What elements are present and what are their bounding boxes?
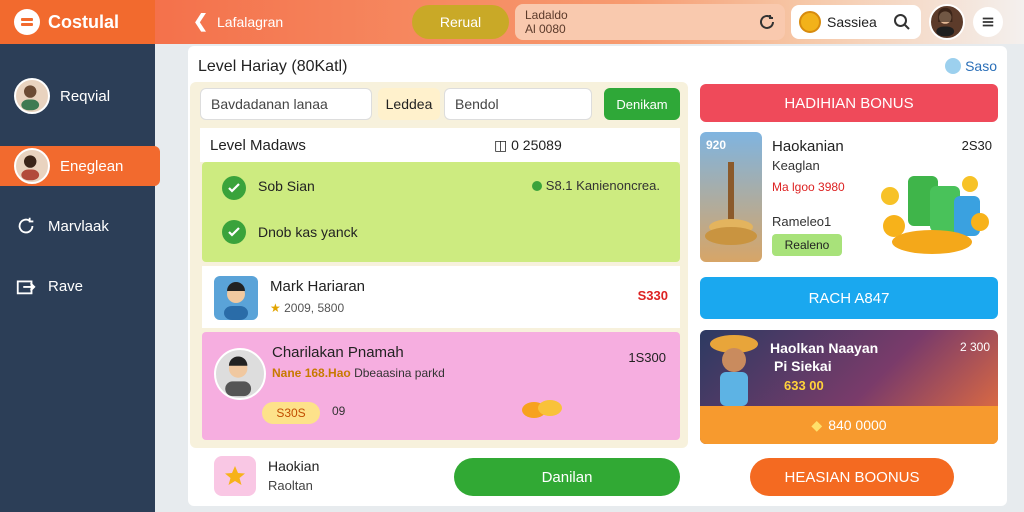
top-bar: ❮ Lafalagran Rerual Ladaldo Al 0080 Sass… [155,0,1024,44]
promo-title: Haokanian [772,138,844,155]
child-illustration-icon [710,335,758,406]
list-header-amount-value: 0 25089 [511,136,562,153]
table-row[interactable]: Mark Hariaran ★ 2009, 5800 S330 [202,266,680,328]
game-card[interactable]: Haolkan Naayan Pi Siekai 633 00 2 300 ◆ … [700,330,998,444]
sidebar-item-label: Rave [48,277,84,295]
avatar[interactable] [929,4,965,40]
coin-icon: ◆ [811,416,823,433]
bottom-sub: Raoltan [268,478,313,493]
save-link-label: Saso [965,58,997,74]
money-pile-icon [881,176,989,254]
list-header-label: Level Madaws [210,136,306,154]
game-title: Haolkan Naayan [770,340,879,356]
check-icon[interactable] [222,220,246,244]
amount-chip[interactable]: S30S [262,402,320,424]
gold-coins-icon [522,400,562,418]
list-header: Level Madaws ◫ 0 25089 [200,128,680,162]
card-sub-rest: Dbeaasina parkd [354,366,445,380]
card-sub: Nane 168.Hao Dbeaasina parkd [272,366,445,380]
reward-button[interactable]: Rerual [412,5,509,39]
sidebar: Costulal Reqvial Eneglean Marvlaak Rave [0,0,160,512]
sidebar-item-eneglean[interactable]: Eneglean [0,146,160,186]
game-sub: Pi Siekai [774,358,832,374]
star-icon [214,456,256,496]
coin-icon [799,11,821,33]
person-name: Mark Hariaran [270,278,366,295]
stack-icon: ◫ [494,136,512,153]
section-title: Level Hariay (80Katl) [198,58,348,75]
check-icon[interactable] [222,176,246,200]
brand-bar[interactable]: Costulal [0,0,155,44]
card-extra: 09 [332,404,346,418]
user-search-pill[interactable]: Sassiea [791,5,921,39]
search-icon[interactable] [893,13,911,31]
bottom-title: Haokian [268,458,320,474]
filter-input[interactable] [444,88,592,120]
promo-button[interactable]: Realeno [772,234,842,256]
menu-icon[interactable] [973,7,1003,37]
dot-icon [945,58,962,74]
status-dot-icon [531,180,542,191]
card-title: Charilakan Pnamah [272,344,404,361]
user-name: Sassiea [827,14,877,30]
sidebar-item-label: Marvlaak [48,217,109,235]
bonus-banner[interactable]: HADIHIAN BONUS [700,84,998,122]
sort-button[interactable]: Leddea [378,88,440,120]
sidebar-item-rave[interactable]: Rave [0,266,155,306]
bonus-button[interactable]: HEASIAN BOONUS [750,458,954,496]
export-icon [14,274,38,298]
refresh-icon[interactable] [757,12,777,32]
info-box: Ladaldo Al 0080 [515,4,785,40]
secondary-button[interactable]: RACH A847 [700,277,998,319]
avatar [214,276,258,320]
promo-amount: 2S30 [961,138,992,153]
page-title: Lafalagran [217,14,284,30]
info-line-1: Ladaldo [525,8,568,22]
promo-price: Ma lgoo 3980 [772,180,845,194]
search-input[interactable] [200,88,372,120]
brand-name: Costulal [48,11,120,32]
info-line-2: Al 0080 [525,22,566,36]
save-link[interactable]: Saso [945,58,997,74]
sidebar-item-marvlaak[interactable]: Marvlaak [0,206,155,246]
person-amount: S330 [637,288,668,303]
list-header-amount: ◫ 0 25089 [494,137,562,154]
action-button[interactable]: Denikam [604,88,680,120]
highlight-card[interactable]: Charilakan Pnamah Nane 168.Hao Dbeaasina… [202,332,680,440]
left-panel: Leddea Denikam Level Madaws ◫ 0 25089 So… [190,82,688,448]
person-sub: ★ 2009, 5800 [270,301,344,315]
back-arrow-icon[interactable]: ❮ [193,11,208,32]
list-item: Sob Sian [258,178,315,194]
promo-image: 920 [700,132,762,262]
sidebar-item-label: Eneglean [60,157,124,175]
avatar [14,148,50,184]
avatar [214,348,266,400]
green-note: S8.1 Kanienoncrea. [531,178,660,193]
completed-list: Sob Sian S8.1 Kanienoncrea. Dnob kas yan… [202,162,680,262]
main-card: Level Hariay (80Katl) Saso Leddea Denika… [188,46,1007,506]
green-note-text: S8.1 Kanienoncrea. [545,178,660,193]
game-amount: 633 00 [784,378,824,393]
game-reward-bar[interactable]: ◆ 840 0000 [700,406,998,444]
card-sub-prefix: Nane [272,366,302,380]
sidebar-item-reqvial[interactable]: Reqvial [0,76,155,116]
promo-sub: Keaglan [772,158,820,173]
card-amount: 1S300 [628,350,666,365]
primary-button[interactable]: Danilan [454,458,680,496]
logo-icon [14,9,40,35]
game-bottom-amount: 840 0000 [828,417,887,433]
promo-label: Rameleo1 [772,214,832,229]
avatar [14,78,50,114]
card-sub-highlight: 168.Hao [304,366,351,380]
refresh-icon [14,214,38,238]
bottom-action-row: Haokian Raoltan Danilan [208,454,688,500]
list-item: Dnob kas yanck [258,224,358,240]
promo-card[interactable]: 920 Haokanian Keaglan Ma lgoo 3980 Ramel… [700,132,998,262]
game-corner-value: 2 300 [959,340,990,354]
star-icon: ★ [270,301,285,315]
person-sub-value: 2009, 5800 [284,301,345,315]
sidebar-item-label: Reqvial [60,87,111,105]
